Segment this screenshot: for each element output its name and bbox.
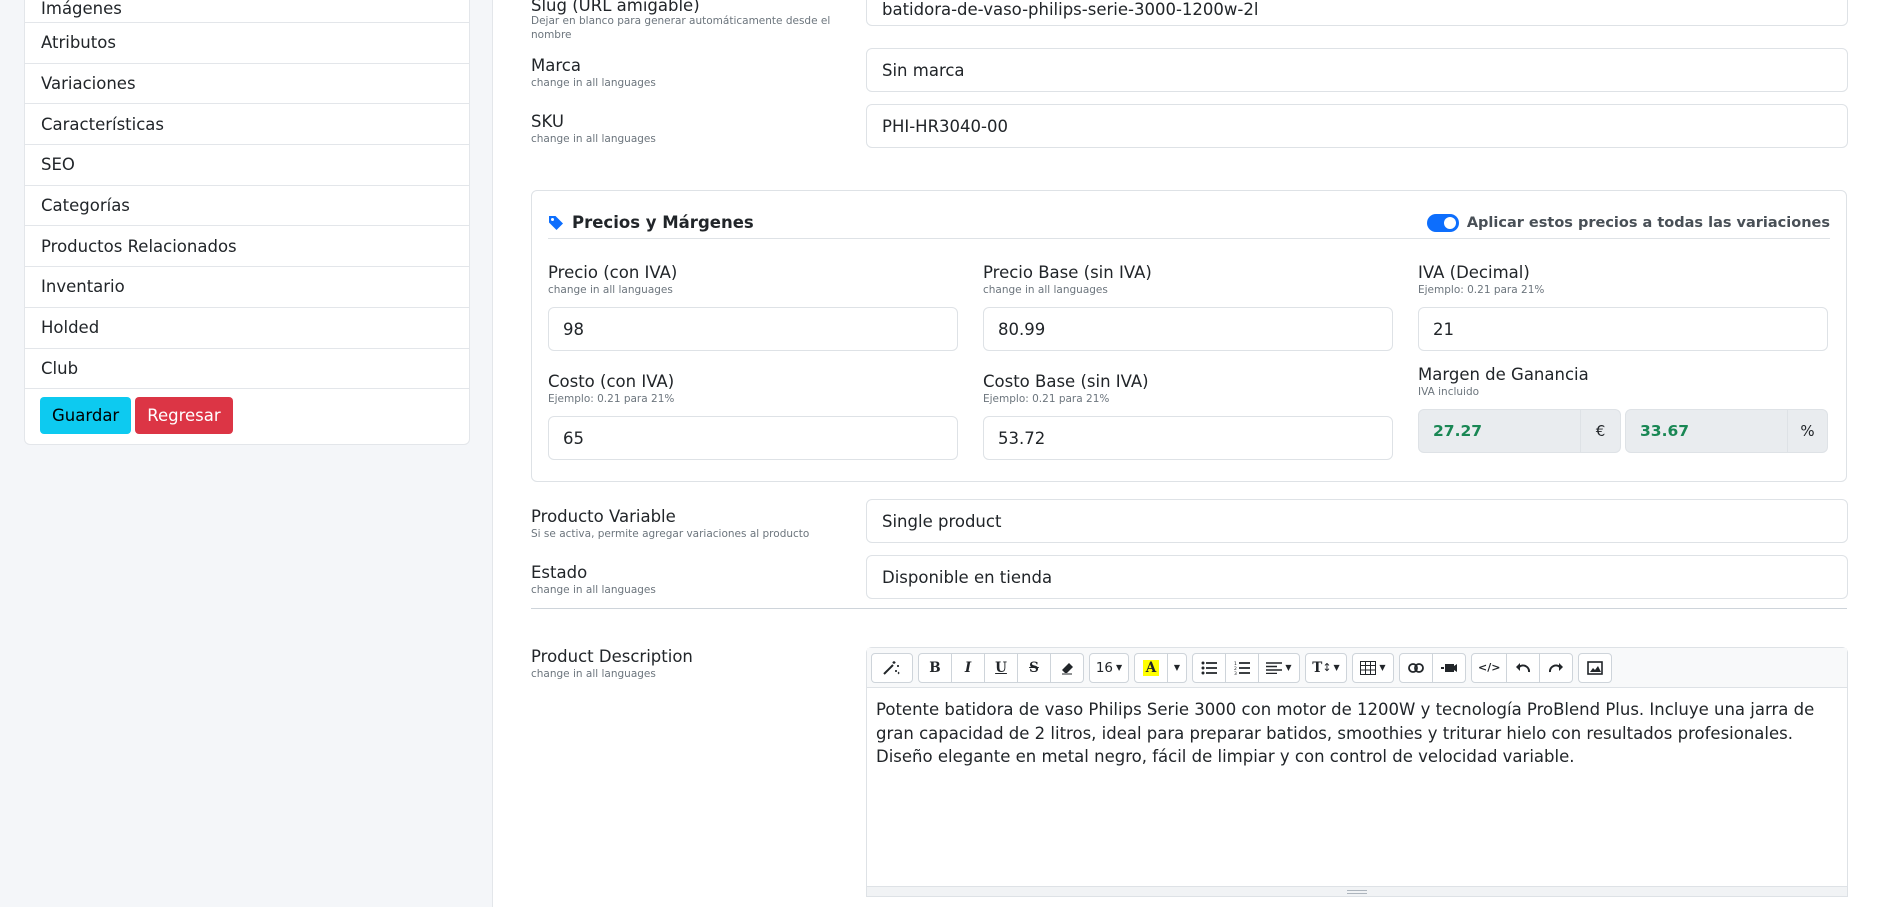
eraser-icon[interactable] [1050, 652, 1084, 683]
sidebar-item-label: Productos Relacionados [41, 236, 237, 256]
sidebar-item-label: Variaciones [41, 74, 136, 94]
redo-icon[interactable] [1539, 652, 1574, 683]
variable-product-row: Producto Variable Si se activa, permite … [531, 499, 1848, 543]
image-icon[interactable] [1578, 652, 1613, 683]
prices-title: Precios y Márgenes [548, 213, 754, 232]
margin-percent-input: 33.67 [1625, 409, 1788, 453]
cost-base-input[interactable]: 53.72 [983, 416, 1393, 460]
line-height-dropdown-icon[interactable]: T ↕ ▼ [1305, 652, 1347, 683]
align-dropdown-icon[interactable]: ▼ [1258, 652, 1300, 683]
font-size-value: 16 [1095, 659, 1114, 676]
sidebar-item-inventory[interactable]: Inventario [25, 267, 469, 308]
cost-vat-group: Costo (con IVA) Ejemplo: 0.21 para 21% 6… [548, 372, 958, 460]
price-vat-group: Precio (con IVA) change in all languages… [548, 263, 958, 351]
link-icon[interactable] [1399, 652, 1433, 683]
vat-label: IVA (Decimal) [1418, 263, 1530, 282]
sidebar-item-label: Club [41, 358, 79, 378]
prices-section: Precios y Márgenes Aplicar estos precios… [531, 190, 1847, 482]
vat-hint: Ejemplo: 0.21 para 21% [1418, 284, 1545, 296]
price-vat-label: Precio (con IVA) [548, 263, 678, 282]
video-icon[interactable] [1432, 652, 1466, 683]
sidebar-actions: Guardar Regresar [25, 389, 469, 444]
table-dropdown-icon[interactable]: ▼ [1352, 652, 1394, 683]
sidebar-nav: Imágenes Atributos Variaciones Caracterí… [24, 0, 470, 446]
svg-text:3: 3 [1234, 671, 1237, 675]
prices-title-text: Precios y Márgenes [572, 213, 754, 232]
price-vat-input[interactable]: 98 [548, 307, 958, 351]
slug-input[interactable]: batidora-de-vaso-philips-serie-3000-1200… [866, 0, 1848, 26]
sidebar-item-label: SEO [41, 155, 75, 175]
text-color-icon[interactable]: A [1134, 652, 1168, 683]
brand-row: Marca change in all languages Sin marca [531, 48, 1848, 92]
back-button[interactable]: Regresar [135, 397, 233, 435]
cost-base-group: Costo Base (sin IVA) Ejemplo: 0.21 para … [983, 372, 1393, 460]
save-button[interactable]: Guardar [40, 397, 132, 435]
undo-icon[interactable] [1506, 652, 1541, 683]
margin-amount-input: 27.27 [1418, 409, 1581, 453]
margin-hint: IVA incluido [1418, 386, 1480, 398]
font-size-dropdown[interactable]: 16 ▼ [1089, 652, 1129, 683]
slug-hint: Dejar en blanco para generar automáticam… [531, 15, 831, 41]
style-magic-icon[interactable] [871, 652, 913, 683]
margin-amount-unit: € [1581, 409, 1621, 453]
sidebar-item-label: Inventario [41, 277, 125, 297]
price-base-hint: change in all languages [983, 284, 1108, 296]
cost-base-hint: Ejemplo: 0.21 para 21% [983, 393, 1110, 405]
sidebar-item-attributes[interactable]: Atributos [25, 23, 469, 64]
apply-all-variations-label: Aplicar estos precios a todas las variac… [1466, 214, 1830, 231]
sidebar-item-club[interactable]: Club [25, 349, 469, 390]
sidebar-item-features[interactable]: Características [25, 104, 469, 146]
apply-all-variations-toggle[interactable] [1426, 213, 1459, 232]
brand-input[interactable]: Sin marca [866, 48, 1848, 92]
vat-group: IVA (Decimal) Ejemplo: 0.21 para 21% 21 [1418, 263, 1828, 351]
margin-label: Margen de Ganancia [1418, 365, 1589, 384]
bullet-list-icon[interactable] [1192, 652, 1226, 683]
sidebar-item-label: Categorías [41, 196, 130, 216]
vat-input[interactable]: 21 [1418, 307, 1828, 351]
caret-down-icon: ▼ [1116, 663, 1123, 672]
margin-values: 27.27 € 33.67 % [1418, 409, 1828, 453]
sidebar-item-categories[interactable]: Categorías [25, 186, 469, 227]
code-view-icon[interactable]: </> [1471, 652, 1508, 683]
strikethrough-icon[interactable]: S [1017, 652, 1051, 683]
italic-icon[interactable]: I [951, 652, 985, 683]
margin-percent-unit: % [1788, 409, 1828, 453]
underline-icon[interactable]: U [984, 652, 1018, 683]
apply-all-variations: Aplicar estos precios a todas las variac… [1426, 213, 1830, 232]
cost-vat-hint: Ejemplo: 0.21 para 21% [548, 393, 675, 405]
sidebar-item-related-products[interactable]: Productos Relacionados [25, 226, 469, 268]
status-row: Estado change in all languages Disponibl… [531, 555, 1848, 599]
cost-vat-input[interactable]: 65 [548, 416, 958, 460]
numbered-list-icon[interactable]: 123 [1225, 652, 1259, 683]
price-base-input[interactable]: 80.99 [983, 307, 1393, 351]
sku-row: SKU change in all languages PHI-HR3040-0… [531, 104, 1848, 148]
section-divider [531, 608, 1847, 609]
bold-icon[interactable]: B [918, 652, 952, 683]
sku-input[interactable]: PHI-HR3040-00 [866, 104, 1848, 148]
sidebar-item-label: Atributos [41, 33, 116, 53]
editor-resize-handle[interactable] [867, 886, 1847, 896]
sidebar-item-label: Características [41, 114, 165, 134]
margin-group: Margen de Ganancia IVA incluido 27.27 € … [1418, 365, 1828, 453]
cost-vat-label: Costo (con IVA) [548, 372, 675, 391]
product-form-card: Slug (URL amigable) Dejar en blanco para… [492, 0, 1903, 907]
sidebar-item-images[interactable]: Imágenes [25, 0, 469, 23]
editor-toolbar: B I U S 16 ▼ A ▼ 1 2 3 ▼ T ↕ ▼ ▼ </> [867, 648, 1847, 688]
price-base-group: Precio Base (sin IVA) change in all lang… [983, 263, 1393, 351]
text-color-dropdown-icon[interactable]: ▼ [1167, 652, 1187, 683]
status-select[interactable]: Disponible en tienda [866, 555, 1848, 599]
variable-product-select[interactable]: Single product [866, 499, 1848, 543]
tag-icon [549, 215, 563, 230]
sidebar-item-seo[interactable]: SEO [25, 145, 469, 186]
sidebar-item-variations[interactable]: Variaciones [25, 64, 469, 105]
prices-header: Precios y Márgenes Aplicar estos precios… [548, 207, 1830, 239]
description-editor-content[interactable]: Potente batidora de vaso Philips Serie 3… [867, 688, 1847, 779]
sidebar-item-holded[interactable]: Holded [25, 308, 469, 349]
sidebar-item-label: Imágenes [41, 0, 122, 18]
description-editor: B I U S 16 ▼ A ▼ 1 2 3 ▼ T ↕ ▼ ▼ </> Pot… [866, 647, 1848, 897]
price-base-label: Precio Base (sin IVA) [983, 263, 1152, 282]
cost-base-label: Costo Base (sin IVA) [983, 372, 1149, 391]
sidebar-item-label: Holded [41, 318, 100, 338]
price-vat-hint: change in all languages [548, 284, 673, 296]
